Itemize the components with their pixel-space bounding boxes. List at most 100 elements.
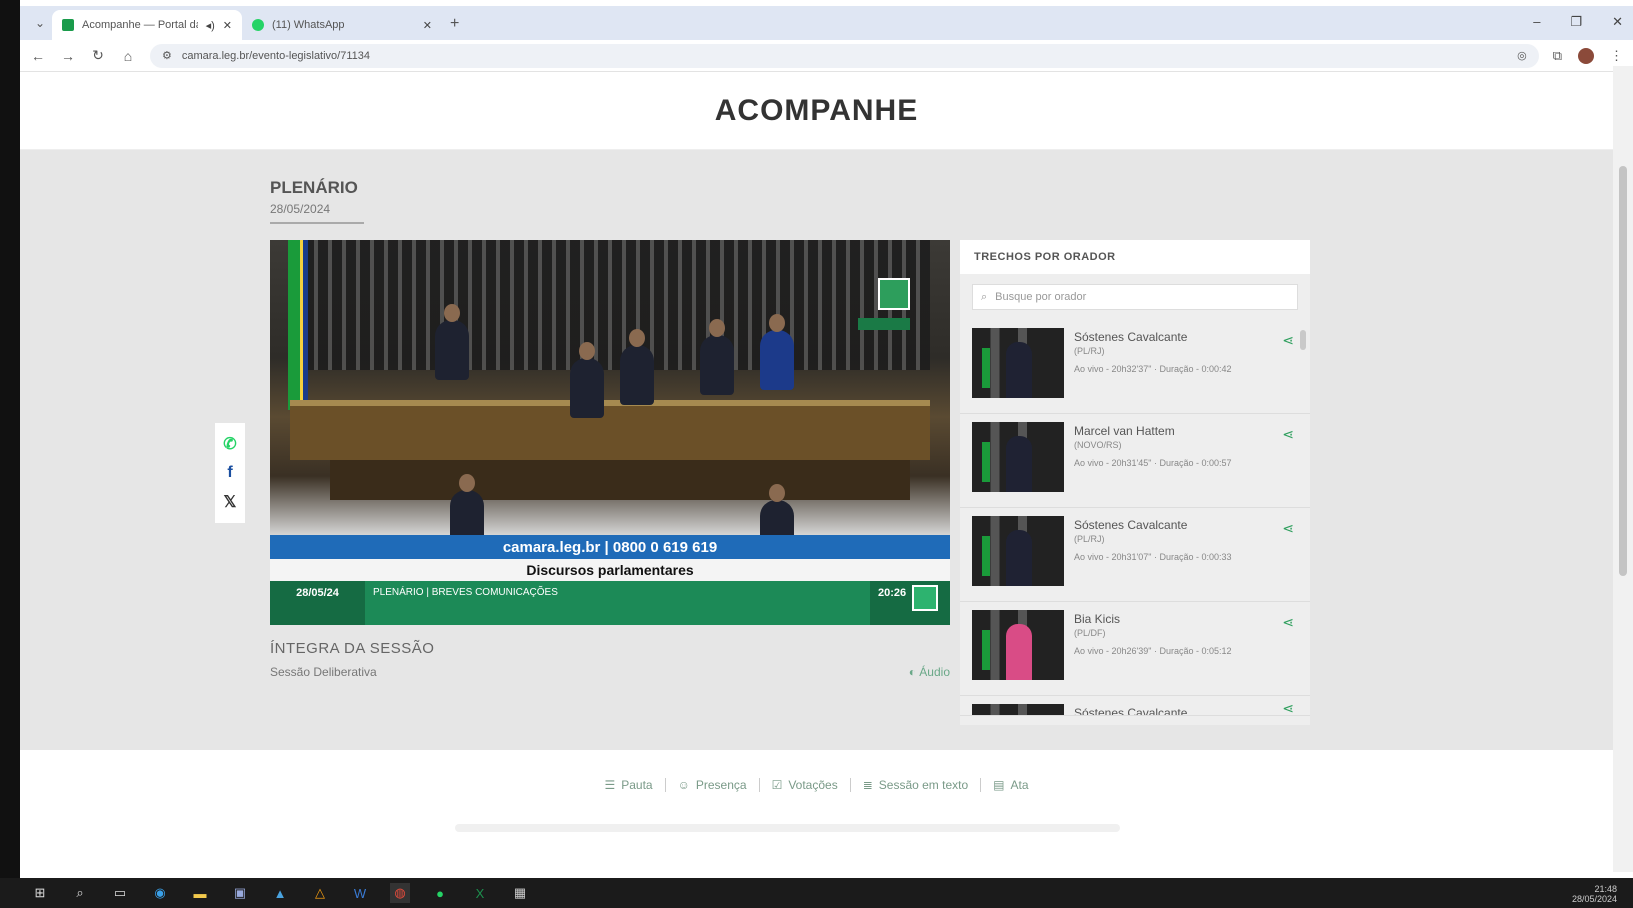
video-player[interactable]: camara.leg.br | 0800 0 619 619 Discursos…	[270, 240, 950, 625]
forward-icon[interactable]: →	[60, 48, 76, 64]
app-icon[interactable]: ▲	[270, 883, 290, 903]
close-tab-icon[interactable]: ✕	[223, 19, 232, 32]
minutes-icon: ▤	[993, 778, 1005, 792]
camara-favicon-icon	[62, 19, 74, 31]
store-icon[interactable]: ▣	[230, 883, 250, 903]
url-field[interactable]: ⚙ camara.leg.br/evento-legislativo/71134…	[150, 43, 1539, 68]
share-icon[interactable]: ⋖	[1282, 700, 1294, 715]
facebook-share-icon[interactable]: f	[227, 464, 232, 482]
speaker-thumbnail	[972, 328, 1064, 398]
windows-taskbar: ⊞ ⌕ ▭ ◉ ▬ ▣ ▲ △ W ◍ ● X ▦ 21:48 28/05/20…	[0, 878, 1633, 908]
list-icon: ☰	[604, 778, 616, 792]
nav-sessao-texto[interactable]: ≣ Sessão em texto	[851, 778, 982, 792]
text-icon: ≣	[862, 778, 873, 792]
reload-icon[interactable]: ↻	[90, 47, 106, 64]
tv-date: 28/05/24	[270, 581, 365, 625]
speaker-thumbnail	[972, 610, 1064, 680]
session-type: Sessão Deliberativa	[270, 665, 377, 679]
tv-program-label: PLENÁRIO | BREVES COMUNICAÇÕES	[373, 587, 558, 598]
speaker-name: Sóstenes Cavalcante	[1074, 706, 1188, 716]
share-icon[interactable]: ⋖	[1282, 332, 1294, 349]
session-info: ÍNTEGRA DA SESSÃO Sessão Deliberativa ◐ …	[270, 640, 950, 679]
notepad-icon[interactable]: ▦	[510, 883, 530, 903]
speaker-item[interactable]: Sóstenes Cavalcante (PL/RJ) Ao vivo - 20…	[960, 320, 1310, 414]
system-clock[interactable]: 21:48 28/05/2024	[1572, 884, 1617, 904]
tab-bar: ⌄ Acompanhe — Portal da Câmara ◂) ✕ (11)…	[20, 6, 1633, 40]
speaker-item[interactable]: Sóstenes Cavalcante ⋖	[960, 696, 1310, 716]
chrome-icon[interactable]: ◍	[390, 883, 410, 903]
speaker-party: (NOVO/RS)	[1074, 440, 1122, 450]
speaker-search-input[interactable]: ⌕ Busque por orador	[972, 284, 1298, 310]
nav-presenca[interactable]: ☺ Presença	[666, 778, 760, 792]
restore-icon[interactable]: ❐	[1570, 14, 1582, 30]
windows-start-icon[interactable]: ⊞	[30, 883, 50, 903]
tv-program-banner: Discursos parlamentares	[270, 559, 950, 581]
speakers-panel-title: TRECHOS POR ORADOR	[960, 240, 1310, 274]
whatsapp-share-icon[interactable]: ✆	[223, 434, 236, 454]
speaker-name: Sóstenes Cavalcante	[1074, 518, 1188, 532]
clock-date: 28/05/2024	[1571, 894, 1617, 904]
site-info-icon[interactable]: ⚙	[162, 49, 172, 62]
brazil-flag-icon	[288, 240, 308, 410]
task-view-icon[interactable]: ▭	[110, 883, 130, 903]
nav-label: Presença	[695, 778, 747, 792]
minimize-icon[interactable]: –	[1533, 14, 1540, 30]
section-header: PLENÁRIO 28/05/2024	[270, 178, 364, 224]
nav-label: Votações	[788, 778, 838, 792]
speaker-name: Marcel van Hattem	[1074, 424, 1175, 438]
speaker-party: (PL/RJ)	[1074, 346, 1105, 356]
content-area: PLENÁRIO 28/05/2024 ✆ f 𝕏 camara.leg.br …	[20, 150, 1613, 750]
share-icon[interactable]: ⋖	[1282, 426, 1294, 443]
nav-ata[interactable]: ▤ Ata	[981, 778, 1040, 792]
tv-camara-logo-icon	[878, 278, 910, 310]
audio-link[interactable]: ◐ Áudio	[909, 665, 950, 679]
speaker-meta: Ao vivo - 20h32'37" · Duração - 0:00:42	[1074, 364, 1232, 374]
speakers-panel: TRECHOS POR ORADOR ⌕ Busque por orador S…	[960, 240, 1310, 725]
word-icon[interactable]: W	[350, 883, 370, 903]
speaker-item[interactable]: Bia Kicis (PL/DF) Ao vivo - 20h26'39" · …	[960, 602, 1310, 696]
vlc-icon[interactable]: △	[310, 883, 330, 903]
back-icon[interactable]: ←	[30, 48, 46, 64]
nav-label: Ata	[1010, 778, 1029, 792]
close-tab-icon[interactable]: ✕	[423, 19, 432, 32]
close-window-icon[interactable]: ✕	[1612, 14, 1623, 30]
nav-pauta[interactable]: ☰ Pauta	[592, 778, 666, 792]
nav-votacoes[interactable]: ☑ Votações	[760, 778, 851, 792]
url-text: camara.leg.br/evento-legislativo/71134	[181, 49, 371, 62]
speaker-party: (PL/RJ)	[1074, 534, 1105, 544]
x-share-icon[interactable]: 𝕏	[224, 492, 237, 512]
cast-icon[interactable]: ◎	[1517, 49, 1527, 62]
share-icon[interactable]: ⋖	[1282, 614, 1294, 631]
scrollbar-thumb[interactable]	[1619, 166, 1627, 576]
excel-icon[interactable]: X	[470, 883, 490, 903]
volume-icon[interactable]: ◂)	[206, 19, 215, 32]
tab-search-icon[interactable]: ⌄	[28, 11, 52, 35]
speaker-party: (PL/DF)	[1074, 628, 1106, 638]
browser-window: ⌄ Acompanhe — Portal da Câmara ◂) ✕ (11)…	[20, 6, 1633, 878]
new-tab-icon[interactable]: +	[450, 15, 459, 33]
extensions-icon[interactable]: ⧉	[1553, 48, 1562, 64]
menu-icon[interactable]: ⋮	[1610, 48, 1623, 64]
left-edge	[0, 0, 20, 878]
audio-label: Áudio	[919, 665, 950, 679]
video-frame	[270, 240, 950, 560]
clock-time: 21:48	[1594, 884, 1617, 894]
page-scrollbar[interactable]	[1613, 66, 1633, 872]
votes-icon: ☑	[771, 778, 783, 792]
speaker-thumbnail	[972, 516, 1064, 586]
share-icon[interactable]: ⋖	[1282, 520, 1294, 537]
section-title: PLENÁRIO	[270, 178, 358, 197]
search-icon[interactable]: ⌕	[70, 883, 90, 903]
file-explorer-icon[interactable]: ▬	[190, 883, 210, 903]
tab-title: Acompanhe — Portal da Câmara	[82, 19, 198, 31]
speaker-item[interactable]: Sóstenes Cavalcante (PL/RJ) Ao vivo - 20…	[960, 508, 1310, 602]
tab-acompanhe[interactable]: Acompanhe — Portal da Câmara ◂) ✕	[52, 10, 242, 40]
profile-avatar[interactable]	[1578, 47, 1594, 64]
edge-icon[interactable]: ◉	[150, 883, 170, 903]
tab-title: (11) WhatsApp	[272, 19, 345, 31]
home-icon[interactable]: ⌂	[120, 48, 136, 64]
speaker-item[interactable]: Marcel van Hattem (NOVO/RS) Ao vivo - 20…	[960, 414, 1310, 508]
speaker-thumbnail	[972, 422, 1064, 492]
whatsapp-icon[interactable]: ●	[430, 883, 450, 903]
tab-whatsapp[interactable]: (11) WhatsApp ✕	[242, 10, 442, 40]
